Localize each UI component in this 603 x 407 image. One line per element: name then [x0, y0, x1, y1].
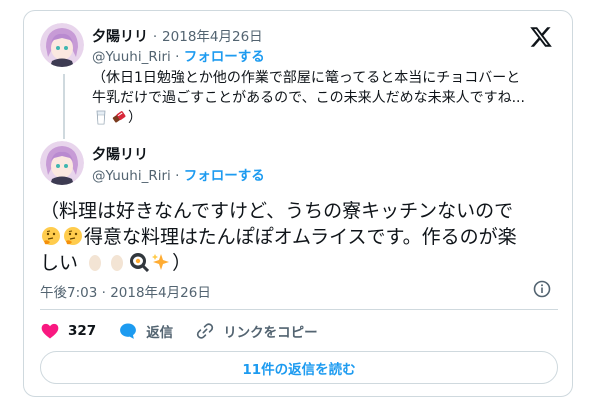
follow-button[interactable]: フォローする: [184, 168, 265, 184]
reply-button[interactable]: 返信: [118, 321, 173, 341]
sparkles-emoji: [151, 252, 171, 272]
egg-emoji: [107, 252, 127, 272]
author-name[interactable]: 夕陽リリ · 2018年4月26日: [92, 25, 263, 46]
tweet-text-tail: ）: [172, 252, 192, 274]
author-handle[interactable]: @Yuuhi_Riri: [92, 49, 171, 65]
cooking-egg-emoji: [129, 252, 150, 273]
link-icon: [197, 323, 214, 339]
quoted-text-line: （休日1日勉強とか他の作業で部屋に篭ってると本当にチョコバーと: [92, 70, 521, 86]
tweet-text-line: （料理は好きなんですけど、うちの寮キッチンないので: [40, 200, 514, 222]
separator-dot: ·: [175, 49, 180, 65]
separator-dot: ·: [175, 168, 180, 184]
like-count: 327: [68, 323, 97, 339]
author-handle[interactable]: @Yuuhi_Riri: [92, 168, 171, 184]
egg-emoji: [85, 252, 105, 272]
reply-bubble-icon: [120, 323, 137, 339]
glass-of-milk-emoji: [93, 109, 109, 125]
divider: [40, 309, 558, 310]
info-icon[interactable]: [533, 280, 551, 298]
author-handle-row: @Yuuhi_Riri · フォローする: [92, 164, 265, 184]
avatar[interactable]: [40, 23, 84, 67]
quoted-text-line: ）: [92, 108, 562, 128]
tweet-text-segment: 得意な料理はたんぽぽオムライスです。作るのが楽: [84, 226, 517, 248]
author-handle-row: @Yuuhi_Riri · フォローする: [92, 45, 265, 65]
tweet-text-line: しい ）: [40, 250, 560, 276]
follow-button[interactable]: フォローする: [184, 49, 265, 65]
x-logo-icon[interactable]: [529, 25, 553, 49]
tweet-text-segment: しい: [40, 252, 79, 274]
chocolate-bar-emoji: [111, 109, 127, 125]
quoted-text-tail: ）: [128, 110, 142, 126]
tweet-timestamp[interactable]: 午後7:03 · 2018年4月26日: [40, 281, 211, 301]
tweet-text: （料理は好きなんですけど、うちの寮キッチンないので 得意な料理はたんぽぽオムライ…: [40, 198, 560, 276]
author-name[interactable]: 夕陽リリ: [92, 144, 148, 164]
reply-label: 返信: [146, 325, 174, 341]
tweet-text-line: 得意な料理はたんぽぽオムライスです。作るのが楽: [40, 224, 560, 250]
thinking-face-emoji: [63, 226, 83, 246]
quoted-text-line: 牛乳だけで過ごすことがあるので、この未来人だめな未来人ですね...: [92, 90, 525, 106]
tweet-actions: 327 返信 リンクをコピー: [40, 319, 340, 343]
thread-line: [63, 74, 65, 139]
tweet-date[interactable]: 2018年4月26日: [162, 29, 263, 45]
quoted-tweet-text: （休日1日勉強とか他の作業で部屋に篭ってると本当にチョコバーと 牛乳だけで過ごす…: [92, 68, 562, 128]
like-button[interactable]: 327: [40, 321, 96, 341]
read-replies-button[interactable]: 11件の返信を読む: [40, 351, 558, 384]
copy-link-button[interactable]: リンクをコピー: [195, 321, 318, 341]
heart-icon: [41, 323, 59, 339]
thinking-face-emoji: [41, 226, 61, 246]
author-name-text[interactable]: 夕陽リリ: [92, 29, 148, 45]
separator-dot: ·: [152, 29, 158, 45]
avatar[interactable]: [40, 141, 84, 185]
tweet-embed-card: 夕陽リリ · 2018年4月26日 @Yuuhi_Riri · フォローする （…: [23, 10, 573, 397]
copy-link-label: リンクをコピー: [223, 325, 318, 341]
